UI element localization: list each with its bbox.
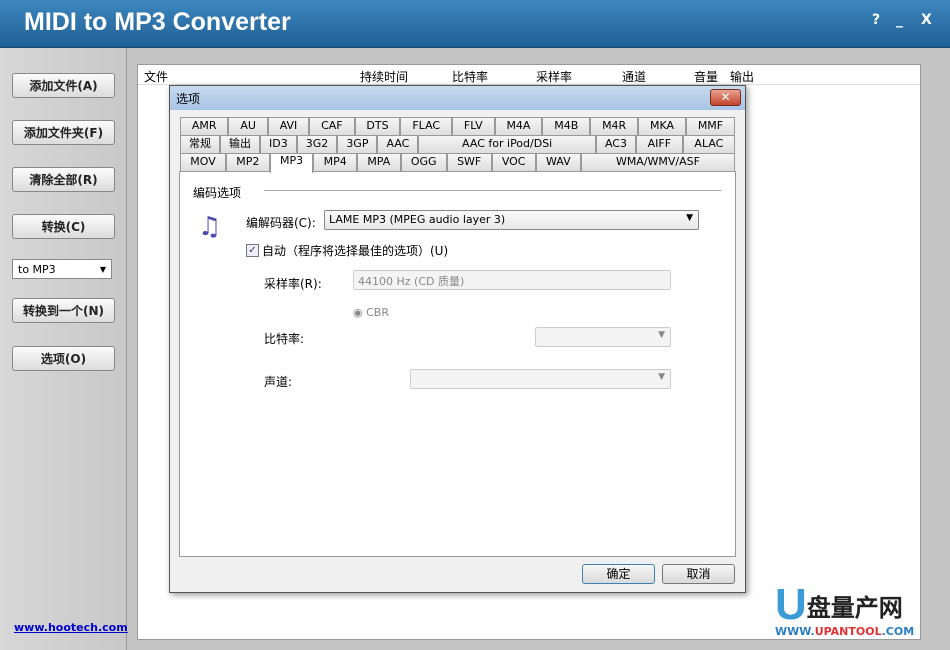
tab-m4r[interactable]: M4R (590, 117, 639, 135)
tab-mp3[interactable]: MP3 (269, 153, 314, 173)
chevron-down-icon: ▼ (686, 213, 693, 223)
group-label: 编码选项 (193, 186, 242, 200)
col-file[interactable]: 文件 (144, 68, 168, 85)
tab-row: 常规 输出 ID3 3G2 3GP AAC AAC for iPod/DSi AC3 AIFF A… (180, 135, 736, 153)
list-header: 文件 持续时间 比特率 采样率 通道 音量 输出 (138, 65, 920, 85)
codec-value: LAME MP3 (MPEG audio layer 3) (329, 213, 506, 226)
auto-label: 自动（程序将选择最佳的选项）(U) (262, 244, 449, 258)
tab-3g2[interactable]: 3G2 (296, 135, 338, 153)
tab-m4b[interactable]: M4B (542, 117, 591, 135)
add-folder-button[interactable]: 添加文件夹(F) (12, 120, 115, 145)
cbr-label: CBR (366, 306, 389, 319)
radio-icon: ◉ (353, 306, 363, 319)
tab--[interactable]: 常规 (180, 135, 221, 153)
format-select-value: to MP3 (18, 262, 56, 276)
options-dialog: 选项 ✕ AMR AU AVI CAF DTS FLAC FLV M4A M4B M4R MKA MMF… (169, 85, 746, 593)
close-button[interactable]: X (921, 12, 932, 28)
format-select[interactable]: to MP3 ▼ (12, 259, 112, 279)
tab-aiff[interactable]: AIFF (635, 135, 683, 153)
minimize-button[interactable]: _ (896, 12, 903, 28)
bitrate-label: 比特率: (264, 332, 305, 346)
samplerate-value: 44100 Hz (CD 质量) (358, 275, 465, 288)
tab-ac3[interactable]: AC3 (595, 135, 636, 153)
tab-mka[interactable]: MKA (638, 117, 686, 135)
col-output[interactable]: 输出 (730, 68, 754, 85)
col-volume[interactable]: 音量 (694, 68, 718, 85)
codec-label: 编解码器(C): (246, 216, 316, 230)
tab-id3[interactable]: ID3 (260, 135, 297, 153)
website-link[interactable]: www.hootech.com (14, 621, 128, 634)
tab-m4a[interactable]: M4A (494, 117, 543, 135)
title-bar: MIDI to MP3 Converter ? _ X (0, 0, 950, 48)
tab-aac-for-ipod-dsi[interactable]: AAC for iPod/DSi (418, 135, 596, 153)
tab-au[interactable]: AU (228, 117, 268, 135)
col-samplerate[interactable]: 采样率 (536, 68, 572, 85)
tab-flac[interactable]: FLAC (400, 117, 452, 135)
chevron-down-icon: ▼ (99, 264, 106, 274)
tab-wma-wmv-asf[interactable]: WMA/WMV/ASF (580, 153, 735, 171)
tab-caf[interactable]: CAF (309, 117, 355, 135)
tab-aac[interactable]: AAC (377, 135, 419, 153)
channel-label: 声道: (264, 375, 293, 389)
dialog-title: 选项 (176, 92, 201, 106)
col-bitrate[interactable]: 比特率 (452, 68, 488, 85)
tab-ogg[interactable]: OGG (400, 153, 447, 171)
tab-row: AMR AU AVI CAF DTS FLAC FLV M4A M4B M4R MKA MMF (180, 117, 736, 135)
tab-mov[interactable]: MOV (180, 153, 227, 171)
tab-3gp[interactable]: 3GP (337, 135, 378, 153)
channel-select[interactable]: ▼ (410, 369, 671, 389)
tab-mp4[interactable]: MP4 (313, 153, 358, 171)
app-title: MIDI to MP3 Converter (24, 8, 291, 36)
help-button[interactable]: ? (872, 12, 880, 28)
tab-dts[interactable]: DTS (354, 117, 401, 135)
tab-amr[interactable]: AMR (180, 117, 229, 135)
tab--[interactable]: 输出 (220, 135, 261, 153)
convert-to-one-button[interactable]: 转换到一个(N) (12, 298, 115, 323)
clear-all-button[interactable]: 清除全部(R) (12, 167, 115, 192)
tab-strip: AMR AU AVI CAF DTS FLAC FLV M4A M4B M4R MKA MMF 常规 输出… (180, 117, 736, 173)
tab-mmf[interactable]: MMF (685, 117, 736, 135)
dialog-title-bar: 选项 ✕ (170, 86, 745, 110)
tab-mp2[interactable]: MP2 (226, 153, 270, 171)
col-duration[interactable]: 持续时间 (360, 68, 408, 85)
chevron-down-icon: ▼ (658, 330, 665, 340)
auto-checkbox[interactable]: ✓ 自动（程序将选择最佳的选项）(U) (246, 242, 448, 259)
options-button[interactable]: 选项(O) (12, 346, 115, 371)
convert-button[interactable]: 转换(C) (12, 214, 115, 239)
ok-button[interactable]: 确定 (582, 564, 655, 584)
col-channels[interactable]: 通道 (622, 68, 646, 85)
group-divider (264, 190, 722, 191)
samplerate-label: 采样率(R): (264, 277, 322, 291)
bitrate-select[interactable]: ▼ (535, 327, 671, 347)
tab-avi[interactable]: AVI (267, 117, 310, 135)
tab-alac[interactable]: ALAC (682, 135, 736, 153)
mp3-panel: 编码选项 ♫ 编解码器(C): LAME MP3 (MPEG audio lay… (179, 171, 736, 557)
tab-voc[interactable]: VOC (491, 153, 536, 171)
samplerate-select[interactable]: 44100 Hz (CD 质量) (353, 270, 671, 290)
tab-row: MOV MP2 MP3 MP4 MPA OGG SWF VOC WAV WMA/WMV/ASF (180, 153, 735, 173)
codec-select[interactable]: LAME MP3 (MPEG audio layer 3) ▼ (324, 210, 699, 230)
chevron-down-icon: ▼ (658, 372, 665, 382)
watermark-logo: U 盘量产网 WWW.UPANTOOL.COM (775, 580, 915, 639)
music-speaker-icon: ♫ (198, 212, 222, 242)
add-file-button[interactable]: 添加文件(A) (12, 73, 115, 98)
dialog-close-button[interactable]: ✕ (710, 89, 741, 106)
cbr-radio[interactable]: ◉ CBR (353, 306, 389, 319)
cancel-button[interactable]: 取消 (662, 564, 735, 584)
tab-flv[interactable]: FLV (451, 117, 495, 135)
tab-wav[interactable]: WAV (535, 153, 581, 171)
tab-swf[interactable]: SWF (446, 153, 492, 171)
tab-mpa[interactable]: MPA (357, 153, 401, 171)
checkbox-checked-icon: ✓ (246, 244, 259, 257)
